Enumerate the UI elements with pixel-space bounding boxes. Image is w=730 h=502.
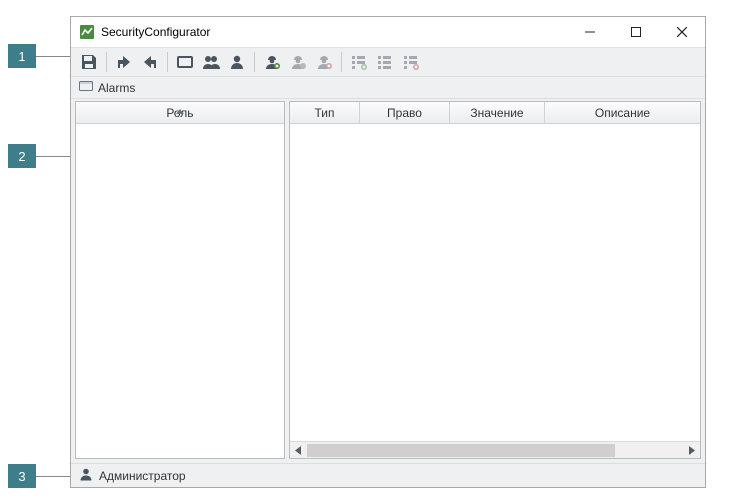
callout-2-line	[36, 156, 70, 157]
callout-3: 3	[8, 464, 36, 488]
roles-grid-body[interactable]	[76, 124, 284, 458]
edit-worker-button[interactable]	[286, 50, 310, 74]
user-button[interactable]	[225, 50, 249, 74]
column-header-type[interactable]: Тип	[290, 102, 360, 123]
breadcrumb-label: Alarms	[98, 81, 135, 95]
column-header-description-label: Описание	[595, 106, 650, 120]
breadcrumb: Alarms	[71, 77, 705, 99]
callout-3-label: 3	[18, 469, 25, 484]
rights-panel: Тип Право Значение Описание	[289, 101, 701, 459]
content-area: Роль Тип Право Значение Описание	[71, 99, 705, 463]
toolbar-separator	[167, 52, 168, 72]
callout-2: 2	[8, 144, 36, 168]
list-edit-button[interactable]	[373, 50, 397, 74]
callout-3-line	[36, 476, 70, 477]
rights-grid-header: Тип Право Значение Описание	[290, 102, 700, 124]
toolbar-separator	[341, 52, 342, 72]
sort-asc-icon	[176, 103, 184, 117]
app-icon	[79, 24, 95, 40]
add-worker-button[interactable]	[260, 50, 284, 74]
scroll-left-arrow[interactable]	[290, 442, 307, 459]
callout-1-line	[36, 56, 70, 57]
titlebar: SecurityConfigurator	[71, 17, 705, 47]
rights-grid-body[interactable]	[290, 124, 700, 441]
column-header-right[interactable]: Право	[360, 102, 450, 123]
column-header-type-label: Тип	[314, 106, 334, 120]
roles-grid-header: Роль	[76, 102, 284, 124]
statusbar: Администратор	[71, 463, 705, 487]
object-button[interactable]	[173, 50, 197, 74]
toolbar-separator	[254, 52, 255, 72]
scroll-track[interactable]	[307, 442, 683, 458]
list-add-button[interactable]	[347, 50, 371, 74]
toolbar	[71, 47, 705, 77]
users-button[interactable]	[199, 50, 223, 74]
column-header-description[interactable]: Описание	[545, 102, 700, 123]
column-header-value[interactable]: Значение	[450, 102, 545, 123]
folder-icon	[79, 80, 93, 95]
column-header-right-label: Право	[387, 106, 422, 120]
callout-1-label: 1	[18, 49, 25, 64]
status-user-label: Администратор	[99, 469, 186, 483]
user-icon	[79, 467, 93, 484]
scroll-thumb[interactable]	[307, 444, 615, 457]
list-remove-button[interactable]	[399, 50, 423, 74]
save-button[interactable]	[77, 50, 101, 74]
toolbar-separator	[106, 52, 107, 72]
horizontal-scrollbar[interactable]	[290, 441, 700, 458]
close-button[interactable]	[659, 17, 705, 47]
scroll-right-arrow[interactable]	[683, 442, 700, 459]
column-header-role[interactable]: Роль	[76, 102, 284, 123]
callout-1: 1	[8, 44, 36, 68]
callout-2-label: 2	[18, 149, 25, 164]
column-header-value-label: Значение	[470, 106, 523, 120]
maximize-button[interactable]	[613, 17, 659, 47]
minimize-button[interactable]	[567, 17, 613, 47]
import-button[interactable]	[138, 50, 162, 74]
app-window: SecurityConfigurator	[70, 16, 706, 488]
remove-worker-button[interactable]	[312, 50, 336, 74]
export-button[interactable]	[112, 50, 136, 74]
window-title: SecurityConfigurator	[101, 25, 210, 39]
roles-panel: Роль	[75, 101, 285, 459]
